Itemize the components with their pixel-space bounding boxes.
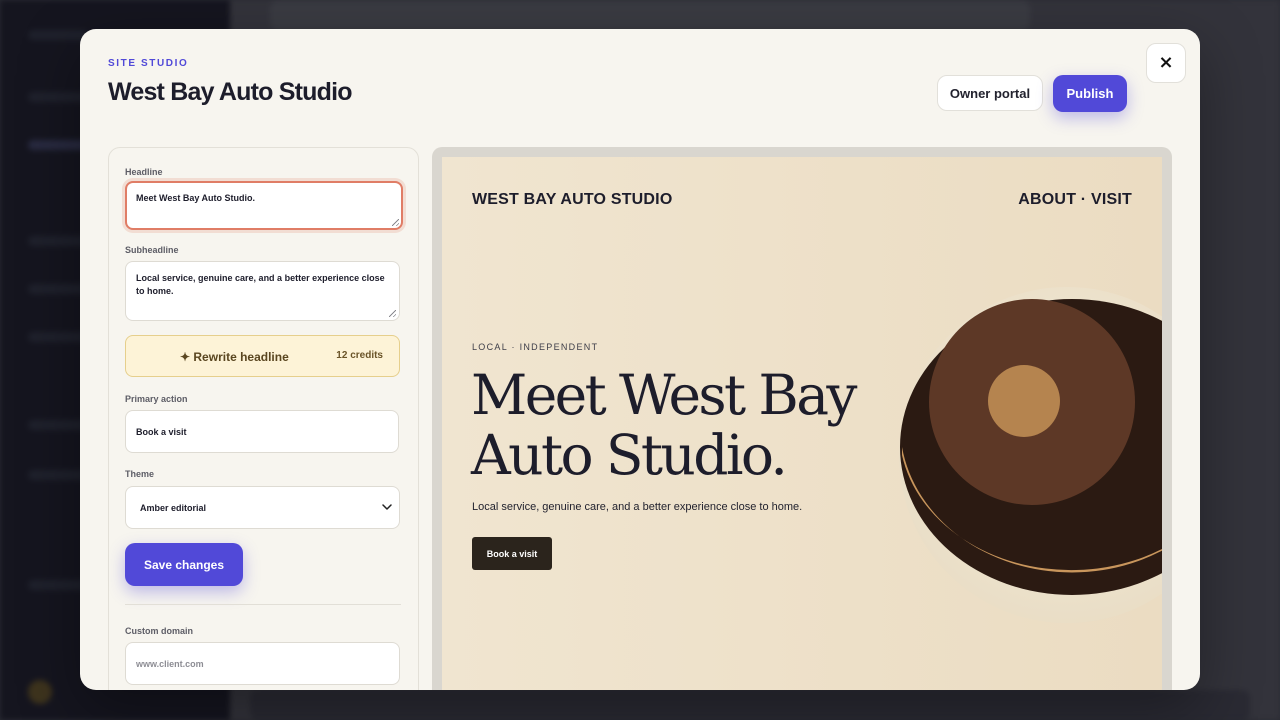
resize-handle-icon[interactable] xyxy=(392,219,399,226)
custom-domain-input[interactable] xyxy=(125,642,400,685)
theme-select-value: Amber editorial xyxy=(140,503,207,513)
owner-portal-button[interactable]: Owner portal xyxy=(937,75,1043,111)
preview-headline: Meet West Bay Auto Studio. xyxy=(471,363,857,487)
subheadline-field-wrap: Local service, genuine care, and a bette… xyxy=(125,261,400,321)
preview-subheadline: Local service, genuine care, and a bette… xyxy=(472,501,803,513)
divider xyxy=(125,604,401,605)
rewrite-headline-label: ✦ Rewrite headline xyxy=(180,350,289,364)
headline-label: Headline xyxy=(125,167,163,177)
site-studio-modal: SITE STUDIO West Bay Auto Studio Owner p… xyxy=(80,29,1200,690)
theme-select[interactable]: Amber editorial xyxy=(125,486,400,529)
preview-cta-button: Book a visit xyxy=(472,537,552,570)
preview-frame: WEST BAY AUTO STUDIO ABOUT · VISIT LOCAL… xyxy=(432,147,1172,690)
preview-nav: ABOUT · VISIT xyxy=(1018,191,1132,208)
close-icon[interactable]: × xyxy=(1146,43,1186,83)
coffee-cup-illustration xyxy=(899,287,1162,623)
site-preview: WEST BAY AUTO STUDIO ABOUT · VISIT LOCAL… xyxy=(442,157,1162,690)
subheadline-input[interactable]: Local service, genuine care, and a bette… xyxy=(125,261,400,321)
save-changes-button[interactable]: Save changes xyxy=(125,543,243,586)
theme-label: Theme xyxy=(125,469,155,479)
headline-input[interactable]: Meet West Bay Auto Studio. xyxy=(125,181,403,230)
preview-eyebrow: LOCAL · INDEPENDENT xyxy=(472,342,599,352)
headline-field-wrap: Meet West Bay Auto Studio. xyxy=(125,181,403,230)
credits-badge: 12 credits xyxy=(336,350,383,361)
preview-brand: WEST BAY AUTO STUDIO xyxy=(472,191,673,208)
custom-domain-label: Custom domain xyxy=(125,626,194,636)
publish-button[interactable]: Publish xyxy=(1053,75,1127,112)
chevron-down-icon xyxy=(382,504,392,510)
resize-handle-icon[interactable] xyxy=(389,310,396,317)
modal-title: West Bay Auto Studio xyxy=(108,78,353,106)
primary-action-input[interactable] xyxy=(125,410,399,453)
rewrite-headline-button[interactable]: ✦ Rewrite headline 12 credits xyxy=(125,335,400,377)
subheadline-label: Subheadline xyxy=(125,245,179,255)
modal-eyebrow: SITE STUDIO xyxy=(108,58,189,69)
primary-action-label: Primary action xyxy=(125,394,188,404)
editor-panel: Headline Meet West Bay Auto Studio. Subh… xyxy=(108,147,419,690)
